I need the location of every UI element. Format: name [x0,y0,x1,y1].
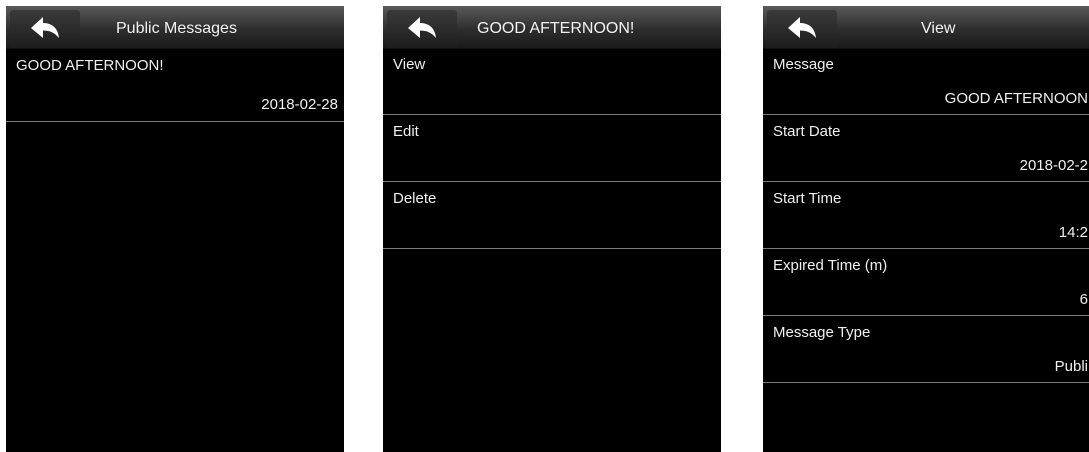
title-bar: View [763,6,1089,49]
field-value: 14:2 [1058,224,1088,241]
field-value: 2018-02-2 [1019,157,1088,174]
menu-item-edit[interactable]: Edit [383,115,721,182]
field-expired-time[interactable]: Expired Time (m) 6 [763,249,1089,316]
public-messages-screen: Public Messages GOOD AFTERNOON! 2018-02-… [6,6,344,452]
back-arrow-icon [788,17,816,38]
title-bar: Public Messages [6,6,344,49]
field-value: 6 [1079,291,1088,308]
page-title: View [921,20,956,37]
back-button[interactable] [387,10,457,48]
back-button[interactable] [767,10,837,48]
message-text: GOOD AFTERNOON! [16,57,164,74]
field-label: Message [773,56,834,73]
message-date: 2018-02-28 [261,96,338,113]
field-message-type[interactable]: Message Type Publi [763,316,1089,383]
menu-item-label: Edit [393,123,419,140]
title-bar: GOOD AFTERNOON! [383,6,721,49]
message-list-item[interactable]: GOOD AFTERNOON! 2018-02-28 [6,48,344,122]
view-message-screen: View Message GOOD AFTERNOON Start Date 2… [763,6,1089,452]
field-label: Message Type [773,324,871,341]
back-button[interactable] [10,10,80,48]
field-label: Start Date [773,123,841,140]
message-options-screen: GOOD AFTERNOON! View Edit Delete [383,6,721,452]
menu-item-view[interactable]: View [383,48,721,115]
back-arrow-icon [31,17,59,38]
field-value: GOOD AFTERNOON [944,90,1088,107]
page-title: GOOD AFTERNOON! [477,20,635,37]
field-label: Start Time [773,190,842,207]
menu-item-label: View [393,56,426,73]
field-value: Publi [1054,358,1088,375]
back-arrow-icon [408,17,436,38]
menu-item-delete[interactable]: Delete [383,182,721,249]
page-title: Public Messages [116,20,237,37]
field-start-time[interactable]: Start Time 14:2 [763,182,1089,249]
field-start-date[interactable]: Start Date 2018-02-2 [763,115,1089,182]
menu-item-label: Delete [393,190,437,207]
field-label: Expired Time (m) [773,257,888,274]
field-message[interactable]: Message GOOD AFTERNOON [763,48,1089,115]
